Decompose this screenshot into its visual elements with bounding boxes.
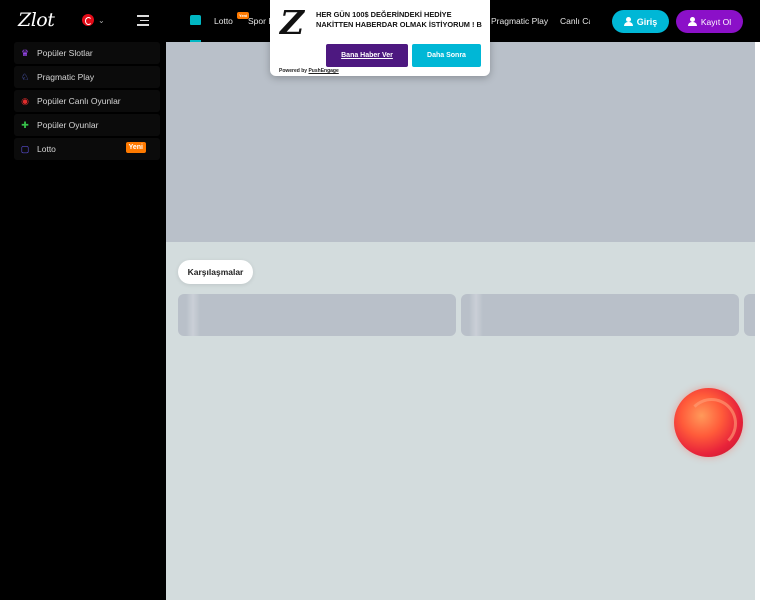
- sidebar-lotto-new-badge: Yeni: [125, 142, 146, 153]
- live-casino-icon: ◉: [21, 95, 29, 106]
- nav-item-pragmatic[interactable]: Pragmatic Play: [491, 16, 548, 26]
- sidebar-item-label: Lotto: [37, 144, 56, 154]
- register-button[interactable]: Kayıt Ol: [676, 10, 743, 33]
- login-button[interactable]: Giriş: [612, 10, 669, 33]
- powered-by-text: Powered by: [279, 68, 308, 74]
- sidebar-item-pragmatic-play[interactable]: ♘ Pragmatic Play: [14, 66, 160, 88]
- sidebar-item-popular-slots[interactable]: ♛ Popüler Slotlar: [14, 42, 160, 64]
- match-card-placeholder[interactable]: [461, 294, 739, 336]
- register-label: Kayıt Ol: [700, 16, 732, 27]
- popup-logo: Z: [280, 3, 305, 42]
- site-logo[interactable]: Zlot: [18, 9, 55, 31]
- sidebar-item-label: Popüler Canlı Oyunlar: [37, 96, 121, 106]
- tab-matches[interactable]: Karşılaşmalar: [178, 260, 253, 284]
- popup-accept-button[interactable]: Bana Haber Ver: [326, 44, 408, 67]
- sidebar-item-lotto[interactable]: ▢ Lotto Yeni: [14, 138, 160, 160]
- nav-item-canli-casino[interactable]: Canlı Ca: [560, 16, 590, 26]
- floating-promo-orb-icon[interactable]: [674, 388, 743, 457]
- sidebar-item-label: Popüler Slotlar: [37, 48, 93, 58]
- sidebar-item-popular-live[interactable]: ◉ Popüler Canlı Oyunlar: [14, 90, 160, 112]
- sidebar-item-label: Popüler Oyunlar: [37, 120, 99, 130]
- slots-icon: ♛: [20, 47, 30, 58]
- page: Zlot ⌄ Lotto Yeni Spor B Pragmatic Play …: [0, 0, 760, 600]
- lotto-icon: ▢: [20, 143, 30, 154]
- nav-item-lotto[interactable]: Lotto: [214, 16, 233, 26]
- user-add-icon: [687, 17, 697, 26]
- popup-message: HER GÜN 100$ DEĞERİNDEKİ HEDİYE NAKİTTEN…: [316, 10, 482, 29]
- sidebar-item-popular-games[interactable]: ✚ Popüler Oyunlar: [14, 114, 160, 136]
- sidebar-item-label: Pragmatic Play: [37, 72, 95, 82]
- match-card-placeholder[interactable]: [744, 294, 755, 336]
- language-selector[interactable]: ⌄: [82, 14, 105, 26]
- turkey-flag-icon: [82, 14, 94, 26]
- sidebar: ♛ Popüler Slotlar ♘ Pragmatic Play ◉ Pop…: [0, 42, 166, 600]
- scrollbar-track[interactable]: [755, 42, 760, 600]
- popup-powered-by: Powered by PushEngage: [279, 68, 339, 74]
- games-icon: ✚: [21, 119, 29, 130]
- push-subscribe-popup: Z HER GÜN 100$ DEĞERİNDEKİ HEDİYE NAKİTT…: [270, 0, 490, 76]
- match-card-placeholder[interactable]: [178, 294, 456, 336]
- user-icon: [623, 17, 633, 26]
- home-icon[interactable]: [190, 15, 201, 25]
- login-label: Giriş: [636, 16, 658, 27]
- pushengage-link[interactable]: PushEngage: [308, 68, 338, 74]
- popup-decline-button[interactable]: Daha Sonra: [412, 44, 481, 67]
- chevron-down-icon: ⌄: [98, 15, 105, 25]
- menu-toggle-icon[interactable]: [137, 15, 149, 26]
- pragmatic-icon: ♘: [20, 71, 30, 82]
